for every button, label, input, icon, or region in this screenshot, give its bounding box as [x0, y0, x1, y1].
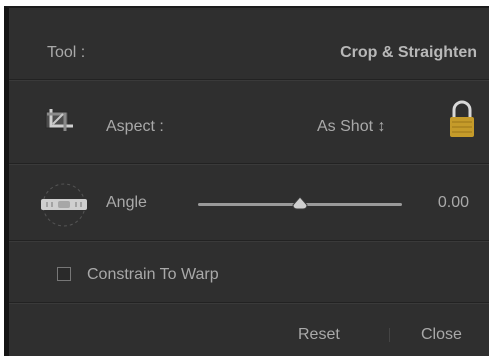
angle-label: Angle [106, 194, 147, 211]
tool-label: Tool : [47, 44, 86, 61]
reset-button[interactable]: Reset [298, 326, 340, 344]
divider [9, 79, 489, 81]
aspect-dropdown[interactable]: As Shot ↕ [317, 118, 385, 136]
button-divider [389, 328, 390, 342]
angle-slider-thumb[interactable] [291, 196, 309, 215]
close-button[interactable]: Close [421, 326, 462, 344]
constrain-label: Constrain To Warp [87, 266, 219, 283]
angle-value: 0.00 [437, 194, 469, 211]
aspect-label: Aspect : [106, 118, 164, 135]
divider [9, 240, 489, 242]
straighten-level-icon[interactable] [37, 180, 91, 230]
crop-tool-icon[interactable] [43, 106, 79, 134]
divider [9, 302, 489, 304]
lock-icon[interactable] [448, 100, 476, 140]
crop-straighten-panel: Tool : Crop & Straighten Aspect : As Sho… [4, 6, 489, 356]
divider [9, 163, 489, 165]
constrain-to-warp-checkbox[interactable] [57, 267, 71, 281]
tool-value: Crop & Straighten [340, 44, 477, 61]
